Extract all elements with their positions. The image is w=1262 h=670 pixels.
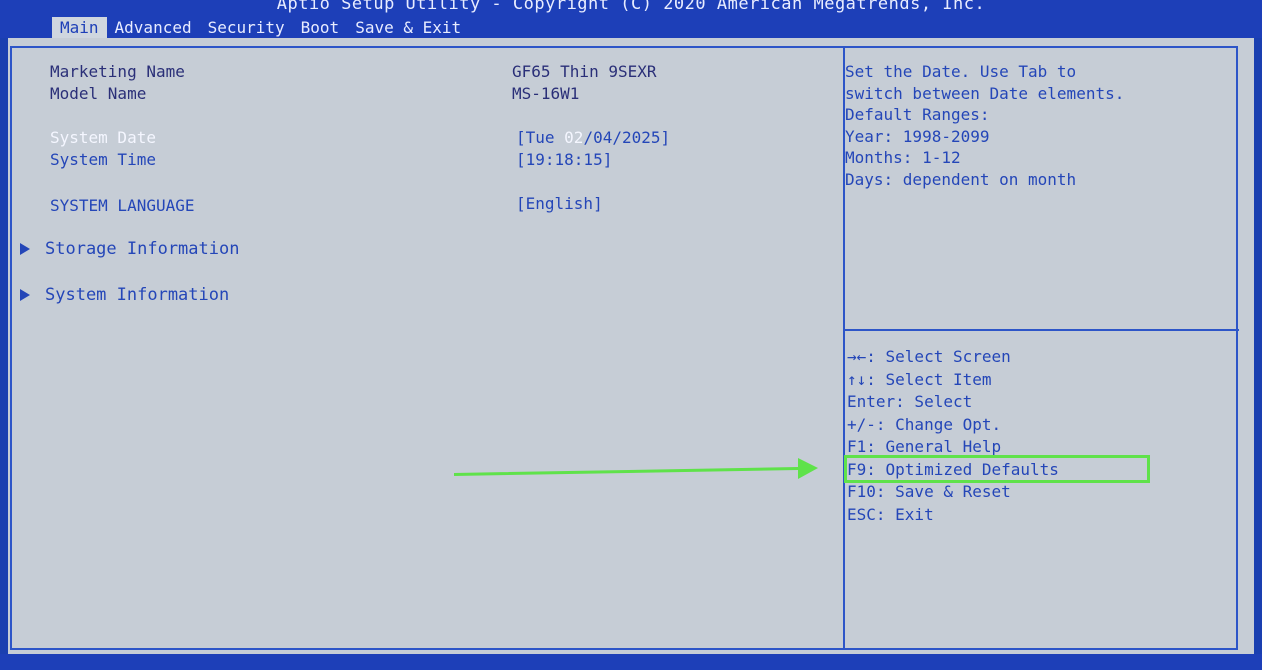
system-date-label[interactable]: System Date bbox=[50, 128, 156, 148]
key-legend: →←: Select Screen ↑↓: Select Item Enter:… bbox=[847, 346, 1059, 526]
tab-main[interactable]: Main bbox=[52, 17, 107, 38]
triangle-right-icon bbox=[20, 243, 30, 255]
tab-advanced[interactable]: Advanced bbox=[107, 17, 200, 38]
key-exit: ESC: Exit bbox=[847, 504, 934, 524]
help-line: Set the Date. Use Tab to bbox=[845, 62, 1077, 81]
system-date-value[interactable]: [Tue 02/04/2025] bbox=[516, 128, 670, 148]
bottom-bar bbox=[0, 654, 1262, 670]
system-time-label[interactable]: System Time bbox=[50, 150, 156, 170]
help-line: Days: dependent on month bbox=[845, 169, 1077, 189]
storage-information-item[interactable]: Storage Information bbox=[45, 239, 239, 259]
system-date-suffix: /04/2025] bbox=[583, 128, 671, 147]
marketing-name-label: Marketing Name bbox=[50, 62, 185, 81]
triangle-right-icon bbox=[20, 289, 30, 301]
system-information-item[interactable]: System Information bbox=[45, 285, 229, 305]
tab-security[interactable]: Security bbox=[200, 17, 293, 38]
tab-boot[interactable]: Boot bbox=[293, 17, 348, 38]
system-date-prefix: [Tue bbox=[516, 128, 565, 147]
key-select-screen: →←: Select Screen bbox=[847, 347, 1011, 366]
key-save-reset: F10: Save & Reset bbox=[847, 482, 1011, 501]
highlight-box bbox=[844, 455, 1150, 483]
help-line: Default Ranges: bbox=[845, 105, 990, 124]
key-enter: Enter: Select bbox=[847, 392, 973, 411]
system-date-month-selected[interactable]: 02 bbox=[564, 128, 583, 147]
bios-title: Aptio Setup Utility - Copyright (C) 2020… bbox=[276, 0, 986, 14]
key-change-option: +/-: Change Opt. bbox=[847, 414, 1002, 434]
help-line: Year: 1998-2099 bbox=[845, 126, 990, 146]
green-arrow-icon bbox=[454, 458, 818, 479]
system-language-value[interactable]: [English] bbox=[516, 194, 603, 214]
panel-divider-horizontal bbox=[845, 329, 1239, 331]
key-select-item: ↑↓: Select Item bbox=[847, 369, 992, 389]
help-line: switch between Date elements. bbox=[845, 83, 1125, 103]
tab-bar: Main Advanced Security Boot Save & Exit bbox=[52, 17, 469, 38]
model-name-label: Model Name bbox=[50, 84, 147, 103]
help-text-panel: Set the Date. Use Tab to switch between … bbox=[845, 61, 1205, 190]
system-time-value[interactable]: [19:18:15] bbox=[516, 150, 612, 170]
tab-save-exit[interactable]: Save & Exit bbox=[347, 17, 469, 38]
help-line: Months: 1-12 bbox=[845, 148, 961, 167]
marketing-name-value: GF65 Thin 9SEXR bbox=[512, 62, 657, 81]
model-name-value: MS-16W1 bbox=[512, 84, 580, 103]
system-language-label[interactable]: SYSTEM LANGUAGE bbox=[50, 196, 195, 216]
title-bar: Aptio Setup Utility - Copyright (C) 2020… bbox=[0, 0, 1262, 38]
